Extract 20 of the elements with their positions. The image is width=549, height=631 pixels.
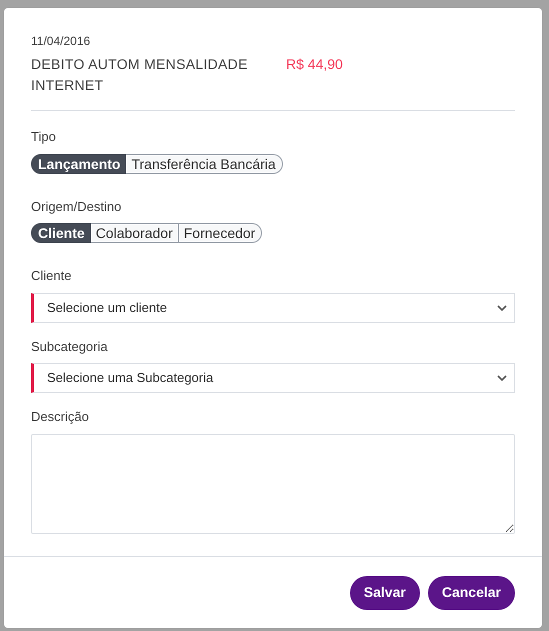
toggle-option[interactable]: Colaborador [90,223,179,243]
field-label: Subcategoria [31,338,109,356]
toggle-option[interactable]: Cliente [31,223,91,243]
select-field[interactable]: Selecione uma Subcategoria [31,363,515,393]
field-label: Tipo [31,128,57,146]
select-placeholder: Selecione um cliente [47,298,167,317]
transaction-description: DEBITO AUTOM MENSALIDADE INTERNET [31,55,249,95]
transaction-date: 11/04/2016 [31,33,92,50]
action-button[interactable]: Salvar [350,576,420,610]
select-field[interactable]: Selecione um cliente [31,292,515,322]
description-field[interactable] [31,434,515,534]
select-placeholder: Selecione uma Subcategoria [47,369,214,388]
transaction-amount: R$ 44,90 [286,55,343,74]
field-label: Descrição [31,408,90,426]
toggle-option[interactable]: Fornecedor [178,223,262,243]
toggle-option[interactable]: Lançamento [31,154,126,174]
field-label: Origem/Destino [31,198,122,216]
field-label: Cliente [31,267,72,285]
action-button[interactable]: Cancelar [428,576,515,610]
toggle-option[interactable]: Transferência Bancária [126,154,283,174]
